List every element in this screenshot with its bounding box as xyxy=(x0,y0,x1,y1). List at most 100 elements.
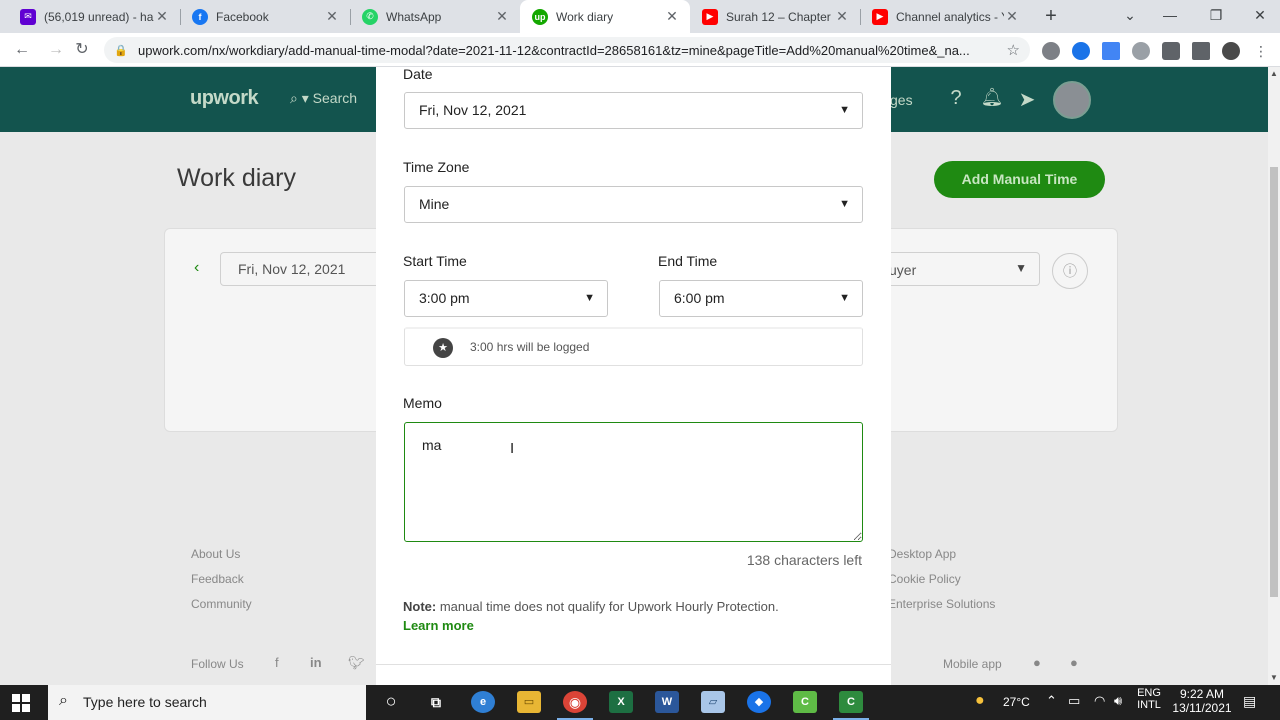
buyer-select[interactable]: uyer ▼ xyxy=(878,252,1040,286)
extension-icon[interactable] xyxy=(1072,42,1090,60)
date-select[interactable]: Fri, Nov 12, 2021 ▼ xyxy=(404,92,863,129)
tab-close-icon[interactable]: ✕ xyxy=(324,8,340,25)
upwork-logo[interactable]: upwork xyxy=(190,87,259,110)
tab-whatsapp[interactable]: ✆ WhatsApp ✕ xyxy=(350,0,520,33)
weather-icon[interactable]: ● xyxy=(975,692,985,710)
extension-icon[interactable] xyxy=(1042,42,1060,60)
linkedin-icon[interactable]: in xyxy=(310,655,322,670)
page-scrollbar[interactable]: ▲ ▼ xyxy=(1268,67,1280,685)
battery-icon[interactable]: ▭ xyxy=(1068,693,1080,709)
url-bar[interactable]: 🔒 upwork.com/nx/workdiary/add-manual-tim… xyxy=(104,37,1030,63)
tab-channel-analytics[interactable]: ▶ Channel analytics - Yo ✕ xyxy=(860,0,1030,33)
excel-icon[interactable]: X xyxy=(609,691,633,713)
add-manual-time-modal: Date Fri, Nov 12, 2021 ▼ Time Zone Mine … xyxy=(376,66,891,685)
messages-link[interactable]: ges xyxy=(890,92,913,108)
scrollbar-thumb[interactable] xyxy=(1270,167,1278,597)
add-manual-time-button[interactable]: Add Manual Time xyxy=(934,161,1105,198)
search-icon: ⌕ ▾ xyxy=(290,90,309,106)
footer-enterprise-link[interactable]: Enterprise Solutions xyxy=(888,597,995,611)
tab-close-icon[interactable]: ✕ xyxy=(834,8,850,25)
notifications-bell-icon[interactable]: 🔔︎ xyxy=(980,87,1004,108)
characters-left: 138 characters left xyxy=(746,552,862,568)
chevron-down-icon: ▼ xyxy=(839,198,850,210)
footer-cookie-policy-link[interactable]: Cookie Policy xyxy=(888,572,961,586)
tab-mail[interactable]: ✉ (56,019 unread) - ham ✕ xyxy=(8,0,180,33)
android-icon[interactable]: ● xyxy=(1070,655,1078,670)
profile-avatar[interactable] xyxy=(1222,42,1240,60)
back-button[interactable]: ← xyxy=(10,39,34,63)
file-explorer-icon[interactable]: ▭ xyxy=(517,691,541,713)
chevron-down-icon: ▼ xyxy=(584,292,595,304)
notepad-icon[interactable]: ▱ xyxy=(701,691,725,713)
upwork-icon: up xyxy=(532,8,548,25)
restore-button[interactable]: ❐ xyxy=(1196,0,1236,33)
close-window-button[interactable]: ✕ xyxy=(1240,0,1280,33)
diary-date-picker[interactable]: Fri, Nov 12, 2021 xyxy=(220,252,380,286)
timezone-select[interactable]: Mine ▼ xyxy=(404,186,863,223)
apple-icon[interactable]: ● xyxy=(1033,655,1041,670)
camtasia-recorder-icon[interactable]: C xyxy=(833,691,869,720)
facebook-icon[interactable]: f xyxy=(275,655,279,670)
edge-icon[interactable]: e xyxy=(471,691,495,713)
tab-search-icon[interactable]: ⌄ xyxy=(1110,0,1150,33)
tab-close-icon[interactable]: ✕ xyxy=(494,8,510,25)
app-icon[interactable]: ◆ xyxy=(747,691,771,713)
send-icon[interactable]: ➤ xyxy=(1015,87,1039,112)
extension-icon[interactable] xyxy=(1132,42,1150,60)
tab-work-diary[interactable]: up Work diary ✕ xyxy=(520,0,690,33)
forward-button[interactable]: → xyxy=(44,39,68,63)
language-indicator[interactable]: ENG INTL xyxy=(1137,687,1161,711)
end-time-label: End Time xyxy=(658,253,718,269)
help-icon[interactable]: ? xyxy=(944,87,968,110)
windows-start-icon[interactable] xyxy=(12,694,30,712)
memo-textarea[interactable]: ma xyxy=(404,422,863,542)
show-hidden-icons-icon[interactable]: ⌃ xyxy=(1046,693,1057,709)
weather-temp[interactable]: 27°C xyxy=(1003,695,1030,709)
footer-desktop-app-link[interactable]: Desktop App xyxy=(888,547,956,561)
browser-menu-icon[interactable]: ⋮ xyxy=(1252,42,1270,60)
learn-more-link[interactable]: Learn more xyxy=(403,618,474,633)
tab-surah[interactable]: ▶ Surah 12 – Chapter 12 ✕ xyxy=(690,0,860,33)
reload-button[interactable]: ↻ xyxy=(70,39,94,63)
volume-icon[interactable]: 🔊︎ xyxy=(1114,693,1122,709)
chrome-icon[interactable]: ◉ xyxy=(557,691,593,720)
reading-list-icon[interactable] xyxy=(1192,42,1210,60)
extensions-puzzle-icon[interactable] xyxy=(1162,42,1180,60)
mobile-app-label: Mobile app xyxy=(943,657,1002,671)
start-time-select[interactable]: 3:00 pm ▼ xyxy=(404,280,608,317)
scroll-up-icon[interactable]: ▲ xyxy=(1268,67,1280,81)
chevron-down-icon: ▼ xyxy=(839,104,850,116)
new-tab-button[interactable]: + xyxy=(1040,5,1062,27)
youtube-icon: ▶ xyxy=(702,8,718,25)
minimize-button[interactable]: — xyxy=(1150,0,1190,33)
extension-icon[interactable] xyxy=(1102,42,1120,60)
clock[interactable]: 9:22 AM 13/11/2021 xyxy=(1170,687,1234,715)
camtasia-icon[interactable]: C xyxy=(793,691,817,713)
footer-community-link[interactable]: Community xyxy=(191,597,252,611)
previous-day-icon[interactable]: ‹ xyxy=(194,259,199,277)
start-time-label: Start Time xyxy=(403,253,467,269)
bookmark-star-icon[interactable]: ☆ xyxy=(1007,41,1020,59)
notification-center-icon[interactable]: ▤ xyxy=(1243,693,1256,710)
scroll-down-icon[interactable]: ▼ xyxy=(1268,671,1280,685)
youtube-icon: ▶ xyxy=(872,8,888,25)
twitter-icon[interactable]: 🐦︎ xyxy=(348,655,365,671)
date-label: Date xyxy=(403,66,433,82)
modal-divider xyxy=(376,664,891,665)
tab-close-icon[interactable]: ✕ xyxy=(664,8,680,25)
taskbar-search[interactable]: ⌕ Type here to search xyxy=(48,685,366,720)
task-view-icon[interactable]: ⧉ xyxy=(424,691,448,713)
end-time-select[interactable]: 6:00 pm ▼ xyxy=(659,280,863,317)
avatar[interactable] xyxy=(1053,81,1091,119)
cortana-icon[interactable]: ○ xyxy=(379,691,403,713)
header-search[interactable]: ⌕ ▾ Search xyxy=(290,90,357,107)
tab-close-icon[interactable]: ✕ xyxy=(1004,8,1020,25)
tab-close-icon[interactable]: ✕ xyxy=(154,8,170,25)
wifi-icon[interactable]: ◠ xyxy=(1094,693,1105,709)
footer-feedback-link[interactable]: Feedback xyxy=(191,572,244,586)
info-icon[interactable]: ⓘ xyxy=(1052,253,1088,289)
footer-about-link[interactable]: About Us xyxy=(191,547,240,561)
whatsapp-icon: ✆ xyxy=(362,8,378,25)
tab-facebook[interactable]: f Facebook ✕ xyxy=(180,0,350,33)
word-icon[interactable]: W xyxy=(655,691,679,713)
